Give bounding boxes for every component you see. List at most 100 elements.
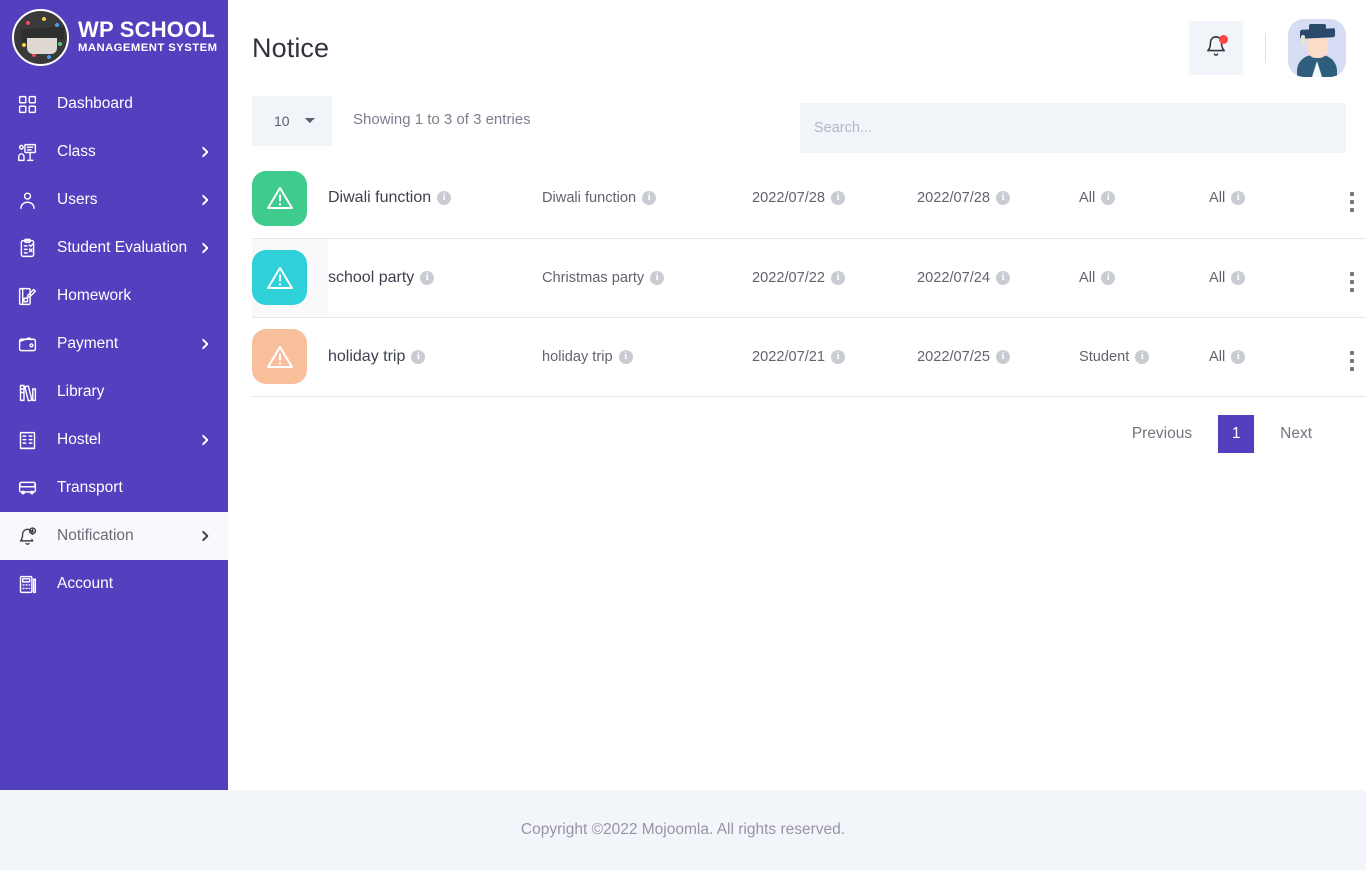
info-icon[interactable]: i <box>831 191 846 206</box>
row-audience-cell: All i <box>1079 159 1209 239</box>
notice-audience: All <box>1079 190 1096 207</box>
info-icon[interactable]: i <box>618 349 633 364</box>
row-description-cell: holiday trip i <box>542 317 752 397</box>
info-icon[interactable]: i <box>831 349 846 364</box>
info-icon[interactable]: i <box>1231 349 1246 364</box>
notice-description: Christmas party <box>542 269 645 286</box>
table-row[interactable]: holiday trip i holiday trip i 2022/07/21 i 202… <box>252 317 1366 397</box>
row-title-cell: holiday trip i <box>328 317 542 397</box>
table-row[interactable]: school party i Christmas party i 2022/07/22 i… <box>252 238 1366 318</box>
row-class-cell: All i <box>1209 159 1327 239</box>
warning-triangle-icon <box>252 170 307 226</box>
notice-description: holiday trip <box>542 348 613 365</box>
sidebar-item-label: Homework <box>57 287 132 304</box>
notice-title: school party <box>328 268 415 286</box>
sidebar-item-hostel[interactable]: Hostel <box>0 416 228 464</box>
row-start-date-cell: 2022/07/22 i <box>752 238 917 318</box>
row-class-cell: All i <box>1209 317 1327 397</box>
info-icon[interactable]: i <box>996 191 1011 206</box>
notice-class: All <box>1209 269 1226 286</box>
info-icon[interactable]: i <box>1231 191 1246 206</box>
books-icon <box>12 382 42 403</box>
sidebar-item-class[interactable]: Class <box>0 128 228 176</box>
chevron-right-icon <box>198 193 212 207</box>
info-icon[interactable]: i <box>996 349 1011 364</box>
pagination: Previous 1 Next <box>252 399 1346 453</box>
chevron-right-icon <box>198 145 212 159</box>
row-title-cell: school party i <box>328 238 542 318</box>
row-audience-cell: All i <box>1079 238 1209 318</box>
notice-start-date: 2022/07/21 <box>752 348 826 365</box>
row-description-cell: Diwali function i <box>542 159 752 239</box>
page-title: Notice <box>252 32 330 63</box>
sidebar-item-homework[interactable]: Homework <box>0 272 228 320</box>
bell-clock-icon <box>12 526 42 547</box>
row-actions-cell <box>1327 317 1366 397</box>
table-controls: 102550100 Showing 1 to 3 of 3 entries <box>228 96 1366 153</box>
sidebar-item-label: Library <box>57 383 105 400</box>
notice-end-date: 2022/07/24 <box>917 269 991 286</box>
page-length-select[interactable]: 102550100 <box>252 96 332 146</box>
info-icon[interactable]: i <box>437 191 452 206</box>
logo-icon <box>12 8 69 66</box>
row-badge-cell <box>252 238 328 318</box>
table-row[interactable]: Diwali function i Diwali function i 2022/07/… <box>252 159 1366 239</box>
notice-start-date: 2022/07/28 <box>752 190 826 207</box>
info-icon[interactable]: i <box>1101 191 1116 206</box>
info-icon[interactable]: i <box>420 270 435 285</box>
notice-audience: All <box>1079 269 1096 286</box>
row-start-date-cell: 2022/07/28 i <box>752 159 917 239</box>
sidebar: WP SCHOOL MANAGEMENT SYSTEM Dashboard Cla… <box>0 0 228 790</box>
brand-header[interactable]: WP SCHOOL MANAGEMENT SYSTEM <box>0 0 228 74</box>
chevron-right-icon <box>198 337 212 351</box>
sidebar-item-transport[interactable]: Transport <box>0 464 228 512</box>
row-actions-cell <box>1327 159 1366 239</box>
notebook-pen-icon <box>12 286 42 307</box>
kebab-menu-icon[interactable] <box>1350 350 1354 371</box>
info-icon[interactable]: i <box>1231 270 1246 285</box>
sidebar-item-notification[interactable]: Notification <box>0 512 228 560</box>
avatar[interactable] <box>1288 19 1346 77</box>
chevron-right-icon <box>198 433 212 447</box>
grid-icon <box>12 94 42 115</box>
pagination-page-1[interactable]: 1 <box>1218 414 1255 453</box>
search-input[interactable] <box>800 103 1346 153</box>
kebab-menu-icon[interactable] <box>1350 271 1354 292</box>
sidebar-item-label: Account <box>57 575 114 592</box>
sidebar-item-student-evaluation[interactable]: Student Evaluation <box>0 224 228 272</box>
row-actions-cell <box>1327 238 1366 318</box>
wallet-icon <box>12 334 42 355</box>
brand-subtitle: MANAGEMENT SYSTEM <box>78 42 218 55</box>
row-end-date-cell: 2022/07/25 i <box>917 317 1079 397</box>
kebab-menu-icon[interactable] <box>1350 192 1354 213</box>
sidebar-item-label: Hostel <box>57 431 101 448</box>
sidebar-item-account[interactable]: Account <box>0 560 228 608</box>
calculator-icon <box>12 574 42 595</box>
sidebar-item-label: Payment <box>57 335 119 352</box>
info-icon[interactable]: i <box>996 270 1011 285</box>
info-icon[interactable]: i <box>1135 349 1150 364</box>
row-start-date-cell: 2022/07/21 i <box>752 317 917 397</box>
sidebar-item-dashboard[interactable]: Dashboard <box>0 80 228 128</box>
chevron-right-icon <box>198 529 212 543</box>
notice-audience: Student <box>1079 348 1130 365</box>
notice-end-date: 2022/07/28 <box>917 190 991 207</box>
sidebar-item-label: Users <box>57 191 98 208</box>
copyright-text: Copyright ©2022 Mojoomla. All rights res… <box>520 821 846 838</box>
info-icon[interactable]: i <box>650 270 665 285</box>
sidebar-item-label: Student Evaluation <box>57 239 188 256</box>
info-icon[interactable]: i <box>642 191 657 206</box>
sidebar-item-payment[interactable]: Payment <box>0 320 228 368</box>
notifications-button[interactable] <box>1189 21 1243 75</box>
sidebar-item-users[interactable]: Users <box>0 176 228 224</box>
pagination-next[interactable]: Next <box>1266 415 1326 453</box>
notice-class: All <box>1209 190 1226 207</box>
notice-table-container: Diwali function i Diwali function i 2022/07/… <box>228 159 1366 453</box>
pagination-previous[interactable]: Previous <box>1118 415 1206 453</box>
sidebar-item-library[interactable]: Library <box>0 368 228 416</box>
showing-entries-text: Showing 1 to 3 of 3 entries <box>353 111 531 128</box>
info-icon[interactable]: i <box>831 270 846 285</box>
topbar-actions <box>1189 19 1346 77</box>
info-icon[interactable]: i <box>1101 270 1116 285</box>
info-icon[interactable]: i <box>411 349 426 364</box>
